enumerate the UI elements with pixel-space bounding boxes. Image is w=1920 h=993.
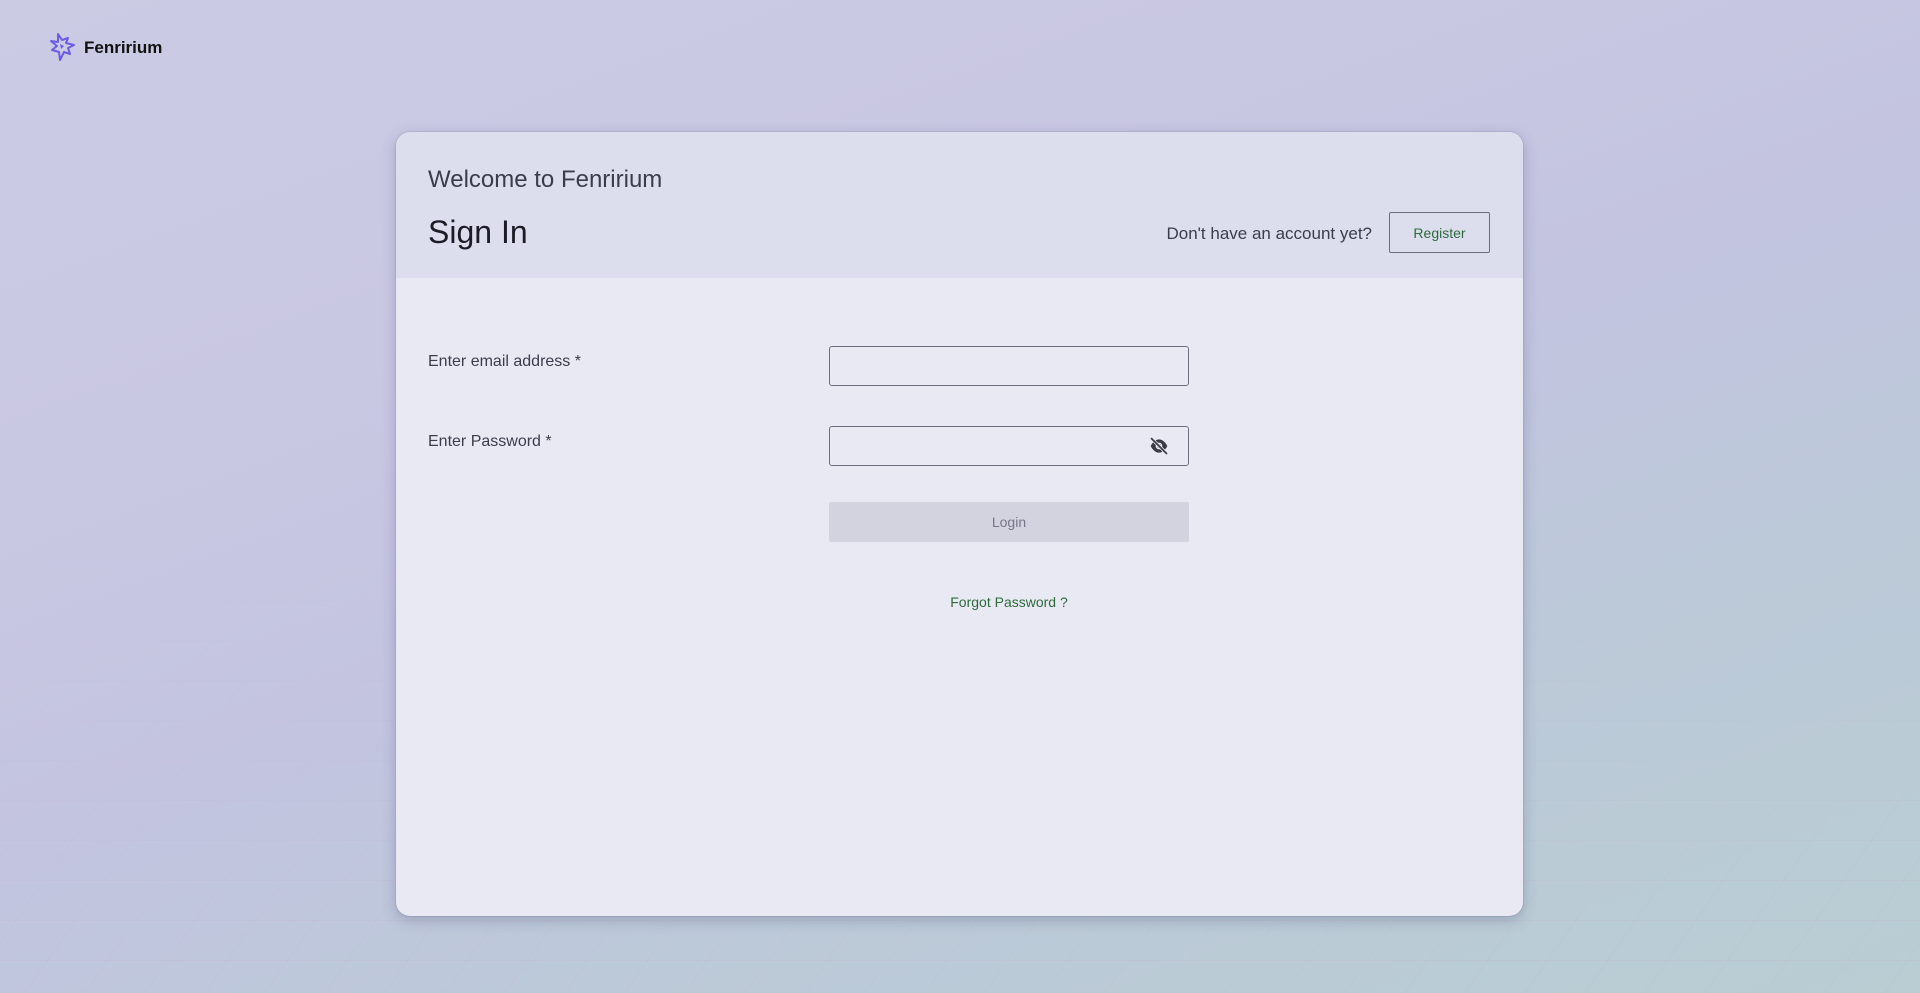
brand[interactable]: Fenririum: [48, 32, 162, 64]
no-account-text: Don't have an account yet?: [1166, 224, 1373, 243]
password-field[interactable]: [829, 426, 1189, 466]
card-header: Welcome to Fenririum Sign In Don't have …: [396, 132, 1523, 278]
forgot-password-link[interactable]: Forgot Password ?: [829, 594, 1189, 610]
eye-off-icon[interactable]: [1148, 436, 1170, 456]
page-title: Sign In: [428, 214, 528, 250]
email-field[interactable]: [829, 346, 1189, 386]
password-label: Enter Password *: [428, 433, 552, 450]
welcome-heading: Welcome to Fenririum: [428, 166, 663, 193]
email-label: Enter email address *: [428, 353, 581, 370]
login-button[interactable]: Login: [829, 502, 1189, 542]
brand-name: Fenririum: [84, 38, 163, 57]
wolf-logo-icon: [48, 32, 78, 64]
register-button[interactable]: Register: [1389, 212, 1490, 253]
sign-in-card: Welcome to Fenririum Sign In Don't have …: [396, 132, 1523, 916]
